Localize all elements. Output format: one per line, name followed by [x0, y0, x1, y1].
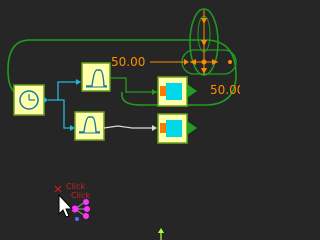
diagram-canvas[interactable]: 50.00 50.00	[0, 0, 240, 240]
clock-block[interactable]	[13, 84, 48, 116]
junction-node[interactable]	[190, 10, 232, 75]
output-arrow-icon[interactable]	[158, 228, 164, 240]
valve-block-1[interactable]	[157, 76, 197, 107]
clock-to-pulse2-wire[interactable]	[58, 99, 72, 129]
pulse2-to-valve2-wire[interactable]	[103, 125, 156, 129]
value-label-right: 50.00	[210, 83, 240, 97]
pulse1-to-valve1-wire[interactable]	[110, 77, 158, 93]
pulse-generator-block-2[interactable]	[74, 111, 105, 141]
click-marker-icon	[54, 185, 62, 193]
click-label-top: Click	[66, 182, 85, 191]
valve-block-2[interactable]	[157, 113, 197, 144]
clock-to-pulse1-wire[interactable]	[48, 81, 78, 101]
pulse-generator-block-1[interactable]	[81, 62, 111, 92]
click-label-bottom: Click	[71, 191, 90, 200]
value-label-upper: 50.00	[111, 55, 145, 69]
tree-graph-icon[interactable]	[71, 199, 91, 221]
